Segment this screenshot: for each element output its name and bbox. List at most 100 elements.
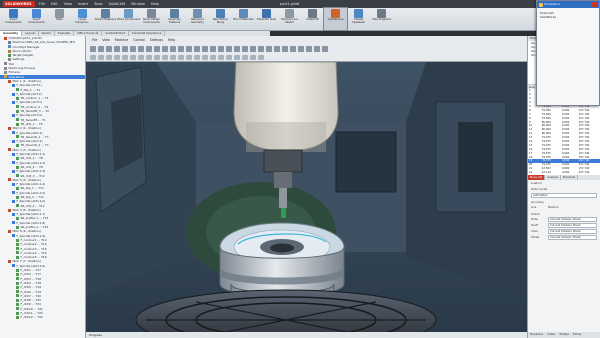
ribbon-button-7[interactable]: Show Hidden Components bbox=[140, 8, 163, 30]
viewport-tool-icon[interactable] bbox=[250, 45, 256, 52]
viewport-tool-icon[interactable] bbox=[138, 45, 144, 52]
panel-tab-analysis[interactable]: Analysis bbox=[545, 174, 562, 180]
bottom-tab-extras[interactable]: Extras bbox=[571, 332, 583, 338]
panel-tab-elements[interactable]: Elements bbox=[561, 174, 579, 180]
viewport-tool-icon[interactable] bbox=[242, 54, 248, 60]
viewport-menu-settings[interactable]: Settings bbox=[150, 38, 163, 42]
viewport-tool-icon[interactable] bbox=[138, 54, 144, 60]
viewport-menu-machine[interactable]: Machine bbox=[115, 38, 128, 42]
bottom-tab-tooltips[interactable]: Tooltips bbox=[557, 332, 571, 338]
viewport-tool-icon[interactable] bbox=[170, 45, 176, 52]
viewport-tool-icon[interactable] bbox=[146, 54, 152, 60]
viewport-tool-icon[interactable] bbox=[226, 54, 232, 60]
viewport-tool-icon[interactable] bbox=[186, 45, 192, 52]
tree-item[interactable]: F_drill12 ... T22 bbox=[0, 315, 85, 319]
viewport-tool-icon[interactable] bbox=[146, 45, 152, 52]
check-row-select[interactable]: Cut and Collision Check bbox=[548, 235, 597, 240]
ribbon-button-15[interactable]: Interference bbox=[323, 7, 348, 31]
ribbon-button-1[interactable]: Insert Components bbox=[2, 8, 25, 30]
viewport-tool-icon[interactable] bbox=[130, 54, 136, 60]
viewport-tool-icon[interactable] bbox=[210, 45, 216, 52]
panel-tab-move-list[interactable]: Move List bbox=[528, 174, 546, 180]
ribbon-button-14[interactable]: Instant3D bbox=[301, 8, 324, 30]
viewport-tool-icon[interactable] bbox=[234, 54, 240, 60]
ribbon-button-3[interactable]: Mate bbox=[48, 8, 71, 30]
menu-item-edit[interactable]: Edit bbox=[51, 2, 58, 6]
viewport-tool-icon[interactable] bbox=[170, 54, 176, 60]
viewport-tool-icon[interactable] bbox=[218, 54, 224, 60]
viewport-menu-control[interactable]: Control bbox=[133, 38, 145, 42]
ribbon-button-9[interactable]: Reference Geometry bbox=[186, 8, 209, 30]
viewport-tool-icon[interactable] bbox=[202, 45, 208, 52]
machine-scene[interactable] bbox=[86, 62, 527, 332]
viewport-tool-icon[interactable] bbox=[122, 54, 128, 60]
menu-item-insert[interactable]: Insert bbox=[78, 2, 88, 6]
viewport-tool-icon[interactable] bbox=[266, 45, 272, 52]
data-model-select[interactable]: Automated bbox=[531, 192, 597, 198]
viewport-tool-icon[interactable] bbox=[298, 45, 304, 52]
viewport-tool-icon[interactable] bbox=[202, 54, 208, 60]
viewport-tool-icon[interactable] bbox=[98, 54, 104, 60]
check-row-select[interactable]: Cut and Collision Check bbox=[548, 229, 597, 234]
ribbon-button-12[interactable]: Exploded View bbox=[255, 8, 278, 30]
viewport-tool-icon[interactable] bbox=[218, 45, 224, 52]
viewport-menu-help[interactable]: Help bbox=[168, 38, 175, 42]
menu-item-view[interactable]: View bbox=[64, 2, 72, 6]
viewport-tool-icon[interactable] bbox=[250, 54, 256, 60]
ribbon-button-5[interactable]: Smart Fasteners bbox=[94, 8, 117, 30]
viewport-menu-view[interactable]: View bbox=[102, 38, 110, 42]
viewport-tool-icon[interactable] bbox=[242, 45, 248, 52]
menu-item-file[interactable]: File bbox=[39, 2, 45, 6]
ribbon-button-16[interactable]: Update Speedpak bbox=[347, 8, 370, 30]
viewport-tool-icon[interactable] bbox=[106, 45, 112, 52]
menu-item-window[interactable]: Window bbox=[131, 2, 145, 6]
ribbon-button-6[interactable]: Move Component bbox=[117, 8, 140, 30]
viewport-tool-icon[interactable] bbox=[282, 45, 288, 52]
check-row-select[interactable]: Cut and Collision Check bbox=[548, 223, 597, 228]
viewport-tool-icon[interactable] bbox=[258, 54, 264, 60]
viewport-tool-icon[interactable] bbox=[258, 45, 264, 52]
viewport-tool-icon[interactable] bbox=[178, 45, 184, 52]
viewport-tool-icon[interactable] bbox=[210, 54, 216, 60]
menu-item-solidcam[interactable]: SolidCAM bbox=[109, 2, 125, 6]
viewport-tool-icon[interactable] bbox=[122, 45, 128, 52]
ribbon-button-4[interactable]: Linear Compone... bbox=[71, 8, 94, 30]
viewport-tool-icon[interactable] bbox=[98, 45, 104, 52]
check-row-select[interactable]: Cut and Collision Check bbox=[548, 217, 597, 222]
viewport-tool-icon[interactable] bbox=[90, 45, 96, 52]
viewport-tool-icon[interactable] bbox=[306, 45, 312, 52]
ribbon-button-11[interactable]: Bill of Materials bbox=[232, 8, 255, 30]
ribbon-button-17[interactable]: Take Snapshot bbox=[370, 8, 393, 30]
viewport-tool-icon[interactable] bbox=[114, 45, 120, 52]
feature-tree[interactable]: CoSCAM (part1_prtcdf) Machine (DMU_60_eVo… bbox=[0, 36, 86, 338]
viewport-tool-icon[interactable] bbox=[106, 54, 112, 60]
ribbon-button-10[interactable]: New Motion Study bbox=[209, 8, 232, 30]
bottom-tab-cutter[interactable]: Cutter bbox=[545, 332, 557, 338]
menu-item-help[interactable]: Help bbox=[151, 2, 159, 6]
simulation-close-button[interactable] bbox=[592, 2, 598, 7]
viewport-tool-icon[interactable] bbox=[162, 45, 168, 52]
viewport-tool-icon[interactable] bbox=[322, 45, 328, 52]
viewport-tool-icon[interactable] bbox=[290, 45, 296, 52]
ribbon-button-2[interactable]: Insert Components bbox=[25, 8, 48, 30]
viewport-tool-icon[interactable] bbox=[274, 45, 280, 52]
ribbon-button-13[interactable]: Explode Line Sketch bbox=[278, 8, 301, 30]
check-row-holder[interactable]: Holder Cut and Collision Check bbox=[528, 235, 600, 241]
viewport-tool-icon[interactable] bbox=[314, 45, 320, 52]
viewport-tool-icon[interactable] bbox=[194, 45, 200, 52]
viewport-menu-file[interactable]: File bbox=[92, 38, 97, 42]
viewport-tool-icon[interactable] bbox=[226, 45, 232, 52]
bottom-tab-properties[interactable]: Properties bbox=[528, 332, 545, 338]
viewport-tool-icon[interactable] bbox=[154, 45, 160, 52]
viewport-tool-icon[interactable] bbox=[114, 54, 120, 60]
ribbon-button-8[interactable]: Assembly Features bbox=[163, 8, 186, 30]
viewport-tool-icon[interactable] bbox=[130, 45, 136, 52]
viewport-tool-icon[interactable] bbox=[194, 54, 200, 60]
viewport-tool-icon[interactable] bbox=[162, 54, 168, 60]
menu-item-tools[interactable]: Tools bbox=[94, 2, 103, 6]
viewport-tool-icon[interactable] bbox=[154, 54, 160, 60]
viewport-tool-icon[interactable] bbox=[90, 54, 96, 60]
viewport-tool-icon[interactable] bbox=[178, 54, 184, 60]
viewport-tool-icon[interactable] bbox=[186, 54, 192, 60]
viewport-tool-icon[interactable] bbox=[234, 45, 240, 52]
